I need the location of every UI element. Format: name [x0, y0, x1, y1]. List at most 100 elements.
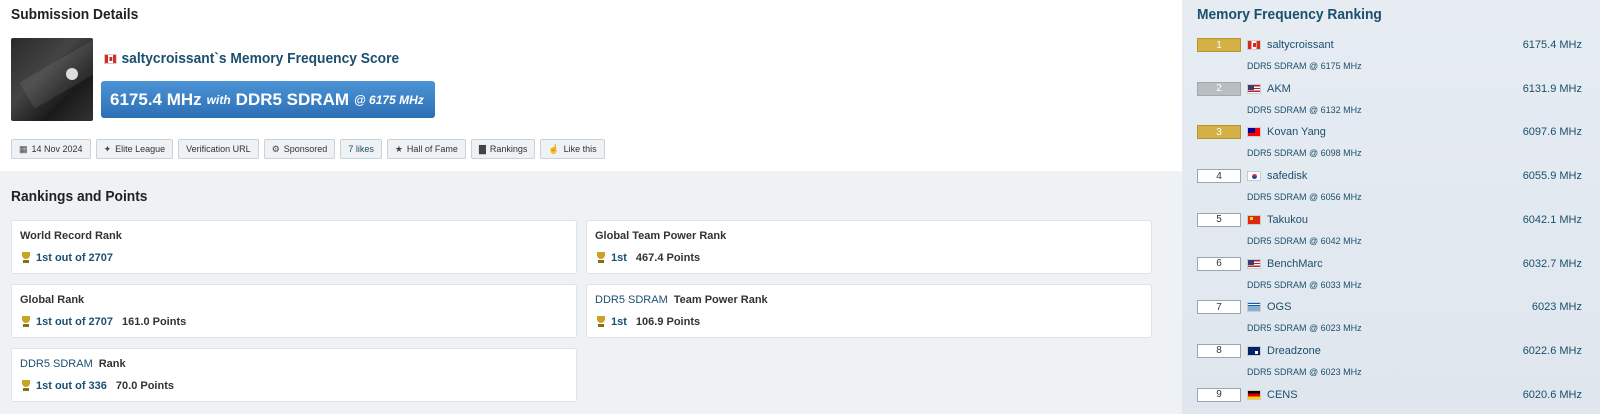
ranking-score[interactable]: 6023 MHz — [1532, 301, 1582, 313]
flag-us-icon — [1247, 83, 1261, 94]
star-icon: ★ — [394, 143, 403, 154]
rank-box-value: 1st 467.4 Points — [595, 252, 700, 264]
ranking-row: 7 OGS 6023 MHz DDR5 SDRAM @ 6023 MHz — [1197, 299, 1582, 343]
rank-box-title: Rank — [98, 358, 126, 370]
rank-position[interactable]: 1st out of 336 — [36, 380, 107, 392]
ranking-user[interactable]: safedisk — [1247, 170, 1307, 182]
ranking-score[interactable]: 6131.9 MHz — [1523, 83, 1582, 95]
rank-box-value: 1st 106.9 Points — [595, 316, 700, 328]
tag-elite-league[interactable]: ✦ Elite League — [95, 139, 174, 159]
tag-label: Sponsored — [283, 144, 328, 154]
ranking-row: 4 safedisk 6055.9 MHz DDR5 SDRAM @ 6056 MHz — [1197, 168, 1582, 212]
ranking-username[interactable]: Kovan Yang — [1267, 126, 1326, 138]
memory-type-link[interactable]: DDR5 SDRAM — [20, 358, 93, 370]
ranking-user[interactable]: Dreadzone — [1247, 345, 1321, 357]
rank-number-badge: 2 — [1197, 81, 1241, 96]
ranking-score[interactable]: 6020.6 MHz — [1523, 389, 1582, 401]
ranking-score[interactable]: 6032.7 MHz — [1523, 258, 1582, 270]
memory-frequency: @ 6175 MHz — [354, 92, 424, 107]
memory-type: DDR5 SDRAM — [235, 89, 350, 109]
ranking-username[interactable]: Takukou — [1267, 214, 1308, 226]
rank-box-title: Global Rank — [20, 294, 85, 306]
ranking-memory-detail[interactable]: DDR5 SDRAM @ 6042 MHz — [1247, 236, 1362, 246]
submission-thumbnail[interactable] — [11, 38, 93, 121]
ranking-memory-detail[interactable]: DDR5 SDRAM @ 6023 MHz — [1247, 323, 1362, 333]
rank-number-badge: 5 — [1197, 212, 1241, 227]
rank-box-team-power-rank: DDR5 SDRAM Team Power Rank 1st 106.9 Points — [586, 284, 1152, 338]
rank-box-label: World Record Rank — [20, 230, 122, 242]
league-icon: ✦ — [103, 143, 112, 154]
score-value: 6175.4 MHz — [110, 89, 202, 109]
ranking-memory-detail[interactable]: DDR5 SDRAM @ 6056 MHz — [1247, 192, 1362, 202]
chart-icon: ▇ — [478, 143, 486, 154]
ranking-username[interactable]: CENS — [1267, 389, 1298, 401]
trophy-icon — [20, 380, 32, 392]
ranking-memory-detail[interactable]: DDR5 SDRAM @ 6132 MHz — [1247, 105, 1362, 115]
ranking-username[interactable]: saltycroissant — [1267, 39, 1334, 51]
tag-verification-url[interactable]: Verification URL — [178, 139, 259, 159]
ranking-username[interactable]: BenchMarc — [1267, 258, 1323, 270]
ranking-score[interactable]: 6022.6 MHz — [1523, 345, 1582, 357]
rank-points: 106.9 Points — [635, 316, 701, 328]
rank-box-value: 1st out of 2707 161.0 Points — [20, 316, 186, 328]
tag-like-this[interactable]: ☝ Like this — [540, 139, 605, 159]
rank-box-value: 1st out of 2707 — [20, 252, 113, 264]
ranking-user[interactable]: Takukou — [1247, 214, 1308, 226]
rank-box-title: Global Team Power Rank — [595, 230, 727, 242]
trophy-icon — [20, 316, 32, 328]
tag-rankings[interactable]: ▇ Rankings — [470, 139, 536, 159]
ranking-username[interactable]: safedisk — [1267, 170, 1307, 182]
ranking-score[interactable]: 6055.9 MHz — [1523, 170, 1582, 182]
flag-ca-icon — [1247, 40, 1261, 50]
rank-position[interactable]: 1st out of 2707 — [36, 252, 113, 264]
thumbnail-sheen — [19, 38, 93, 109]
rank-number-badge: 4 — [1197, 169, 1241, 184]
ranking-row: 8 Dreadzone 6022.6 MHz DDR5 SDRAM @ 6023 MH… — [1197, 343, 1582, 387]
ranking-memory-detail[interactable]: DDR5 SDRAM @ 6033 MHz — [1247, 280, 1362, 290]
rank-position[interactable]: 1st out of 2707 — [36, 316, 113, 328]
ranking-row: 1 saltycroissant 6175.4 MHz DDR5 SDRAM @ 61… — [1197, 37, 1582, 81]
tag-label: 14 Nov 2024 — [31, 144, 83, 154]
ranking-user[interactable]: Kovan Yang — [1247, 126, 1326, 138]
tag-sponsored[interactable]: ⚙ Sponsored — [263, 139, 336, 159]
thumbs-up-icon: ☝ — [548, 143, 560, 154]
flag-cn-icon — [1247, 214, 1261, 225]
tag-14-nov-2024[interactable]: ▦ 14 Nov 2024 — [11, 139, 91, 159]
tag-label: Hall of Fame — [406, 144, 458, 154]
score-title-text: saltycroissant`s Memory Frequency Score — [121, 50, 400, 67]
ranking-username[interactable]: Dreadzone — [1267, 345, 1321, 357]
rank-box-title: Team Power Rank — [673, 294, 768, 306]
sponsored-icon: ⚙ — [271, 143, 280, 154]
tag-label: Rankings — [489, 144, 528, 154]
flag-kr-icon — [1247, 171, 1261, 182]
ranking-user[interactable]: AKM — [1247, 83, 1291, 95]
trophy-icon — [595, 252, 607, 264]
ranking-memory-detail[interactable]: DDR5 SDRAM @ 6098 MHz — [1247, 148, 1362, 158]
ranking-username[interactable]: AKM — [1267, 83, 1291, 95]
ranking-username[interactable]: OGS — [1267, 301, 1291, 313]
ranking-score[interactable]: 6175.4 MHz — [1523, 39, 1582, 51]
rank-number-badge: 6 — [1197, 256, 1241, 271]
section-title-rankings: Rankings and Points — [11, 188, 148, 205]
rank-number-badge: 7 — [1197, 300, 1241, 315]
ranking-score[interactable]: 6097.6 MHz — [1523, 126, 1582, 138]
rank-position[interactable]: 1st — [611, 252, 627, 264]
rank-number-badge: 8 — [1197, 343, 1241, 358]
rank-box-label: Global Team Power Rank — [595, 230, 726, 242]
ranking-user[interactable]: saltycroissant — [1247, 39, 1334, 51]
memory-type-link[interactable]: DDR5 SDRAM — [595, 294, 668, 306]
score-with: with — [206, 92, 231, 107]
ranking-row: 2 AKM 6131.9 MHz DDR5 SDRAM @ 6132 MHz — [1197, 81, 1582, 125]
ranking-memory-detail[interactable]: DDR5 SDRAM @ 6023 MHz — [1247, 367, 1362, 377]
tag-7-likes[interactable]: 7 likes — [340, 139, 382, 159]
ranking-user[interactable]: BenchMarc — [1247, 258, 1323, 270]
ranking-user[interactable]: CENS — [1247, 389, 1298, 401]
tag-hall-of-fame[interactable]: ★ Hall of Fame — [386, 139, 466, 159]
ranking-row: 6 BenchMarc 6032.7 MHz DDR5 SDRAM @ 6033 MH… — [1197, 256, 1582, 300]
main-content: Submission Details saltycroissant`s Memo… — [0, 0, 1205, 414]
ranking-user[interactable]: OGS — [1247, 301, 1291, 313]
rank-box-label: DDR5 SDRAM Team Power Rank — [595, 294, 768, 306]
ranking-memory-detail[interactable]: DDR5 SDRAM @ 6175 MHz — [1247, 61, 1362, 71]
ranking-score[interactable]: 6042.1 MHz — [1523, 214, 1582, 226]
rank-position[interactable]: 1st — [611, 316, 627, 328]
